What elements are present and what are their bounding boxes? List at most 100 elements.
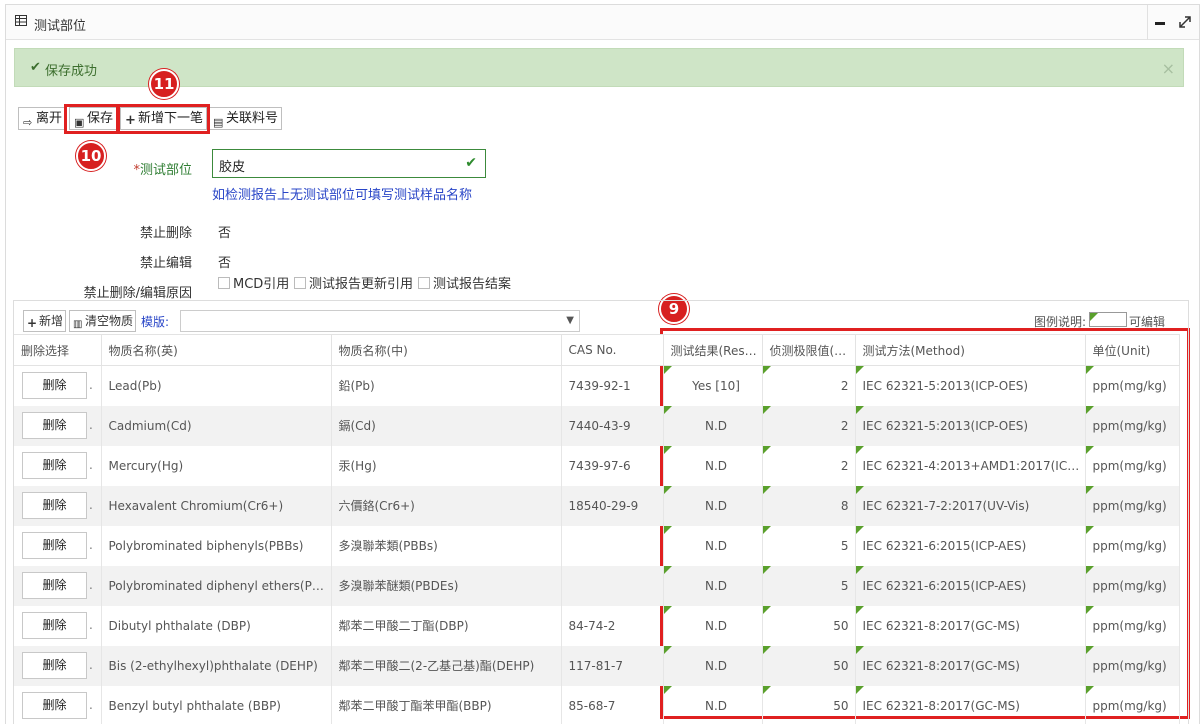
cell-name-en: Bis (2-ethylhexyl)phthalate (DEHP) [101,645,332,686]
template-select[interactable]: ▼ [180,310,580,332]
part-label: *测试部位 [100,159,192,178]
reason-checkbox-report-close[interactable]: 测试报告结案 [418,273,511,292]
cell-unit[interactable]: ppm(mg/kg) [1085,605,1180,646]
cell-limit[interactable]: 2 [762,445,856,486]
clear-substances-button[interactable]: ▥ 清空物质 [69,310,137,332]
checkbox-box[interactable] [218,277,230,289]
cell-cas [561,525,664,566]
col-unit[interactable]: 单位(Unit) [1085,334,1180,366]
delete-row-button[interactable]: 删除 [22,532,87,559]
cell-result[interactable]: N.D [663,525,763,566]
expand-icon[interactable] [1176,13,1194,31]
cell-method[interactable]: IEC 62321-7-2:2017(UV-Vis) [855,485,1086,526]
checkbox-box[interactable] [418,277,430,289]
cell-method[interactable]: IEC 62321-8:2017(GC-MS) [855,605,1086,646]
col-method[interactable]: 测试方法(Method) [855,334,1086,366]
no-delete-label: 禁止删除 [139,226,192,241]
reason-checkbox-mcd[interactable]: MCD引用 [218,273,289,292]
cell-cas: 7439-92-1 [561,365,664,406]
cell-unit[interactable]: ppm(mg/kg) [1085,485,1180,526]
reason-label: 禁止删除/编辑原因 [83,286,192,301]
col-delete-select[interactable]: 删除选择 [14,334,102,366]
checkbox-box[interactable] [294,277,306,289]
cell-result[interactable]: N.D [663,405,763,446]
table-row: 删除. Polybrominated diphenyl ethers(PBDEs)… [14,565,1180,606]
delete-row-button[interactable]: 删除 [22,652,87,679]
cell-delete: 删除. [14,365,102,406]
cell-unit[interactable]: ppm(mg/kg) [1085,645,1180,686]
row-selector[interactable]: . [89,498,93,512]
cell-result[interactable]: N.D [663,605,763,646]
cell-result[interactable]: N.D [663,645,763,686]
cell-result[interactable]: N.D [663,445,763,486]
col-result[interactable]: 测试结果(Res… [663,334,763,366]
delete-row-button[interactable]: 删除 [22,492,87,519]
add-row-button[interactable]: + 新增 [23,310,67,332]
part-input[interactable]: 胶皮 ✔ [212,149,486,178]
cell-cas [561,565,664,606]
cell-cas: 7439-97-6 [561,445,664,486]
cell-method[interactable]: IEC 62321-5:2013(ICP-OES) [855,365,1086,406]
cell-delete: 删除. [14,605,102,646]
cell-limit[interactable]: 50 [762,685,856,724]
row-selector[interactable]: . [89,618,93,632]
col-name-cn[interactable]: 物质名称(中) [331,334,562,366]
editable-legend-swatch [1089,312,1127,327]
delete-row-button[interactable]: 删除 [22,372,87,400]
plus-icon: + [27,316,38,330]
cell-method[interactable]: IEC 62321-4:2013+AMD1:2017(ICP-… [855,445,1086,486]
delete-row-button[interactable]: 删除 [22,412,87,439]
cell-method[interactable]: IEC 62321-8:2017(GC-MS) [855,685,1086,724]
cell-method[interactable]: IEC 62321-6:2015(ICP-AES) [855,525,1086,566]
cell-limit[interactable]: 50 [762,605,856,646]
cell-result[interactable]: N.D [663,565,763,606]
cell-unit[interactable]: ppm(mg/kg) [1085,565,1180,606]
cell-unit[interactable]: ppm(mg/kg) [1085,685,1180,724]
minimize-icon[interactable] [1152,13,1170,31]
row-selector[interactable]: . [89,418,93,432]
cell-method[interactable]: IEC 62321-5:2013(ICP-OES) [855,405,1086,446]
cell-limit[interactable]: 2 [762,365,856,406]
grid-toolbar: + 新增 ▥ 清空物质 模版: ▼ 图例说明: 可编辑 [14,301,1188,334]
row-selector[interactable]: . [89,698,93,712]
row-selector[interactable]: . [89,378,93,392]
reason-checkbox-report-update[interactable]: 测试报告更新引用 [294,273,413,292]
cell-unit[interactable]: ppm(mg/kg) [1085,405,1180,446]
leave-button[interactable]: ⇨ 离开 [18,107,67,130]
part-label-text: 测试部位 [139,163,192,178]
delete-row-button[interactable]: 删除 [22,612,87,639]
cell-result[interactable]: N.D [663,485,763,526]
col-name-en[interactable]: 物质名称(英) [101,334,332,366]
cell-unit[interactable]: ppm(mg/kg) [1085,365,1180,406]
row-selector[interactable]: . [89,538,93,552]
col-limit[interactable]: 侦测极限值(… [762,334,856,366]
cell-name-en: Lead(Pb) [101,365,332,406]
link-material-button[interactable]: ▤ 关联料号 [208,107,283,130]
panel-title: 测试部位 [34,19,87,34]
row-selector[interactable]: . [89,458,93,472]
row-selector[interactable]: . [89,578,93,592]
cell-result[interactable]: Yes [10] [663,365,763,406]
close-icon[interactable]: × [1162,59,1175,78]
row-selector[interactable]: . [89,658,93,672]
cell-method[interactable]: IEC 62321-8:2017(GC-MS) [855,645,1086,686]
cell-cas: 84-74-2 [561,605,664,646]
cell-result[interactable]: N.D [663,685,763,724]
table-row: 删除. Mercury(Hg) 汞(Hg) 7439-97-6 N.D 2 IEC 6232… [14,445,1180,486]
cell-limit[interactable]: 2 [762,405,856,446]
cell-method[interactable]: IEC 62321-6:2015(ICP-AES) [855,565,1086,606]
col-cas[interactable]: CAS No. [561,334,664,366]
alert-message: 保存成功 [45,64,98,79]
delete-row-button[interactable]: 删除 [22,452,87,479]
cell-limit[interactable]: 5 [762,525,856,566]
part-input-value: 胶皮 [219,160,246,175]
table-row: 删除. Benzyl butyl phthalate (BBP) 鄰苯二甲酸丁酯苯甲… [14,685,1180,724]
cell-limit[interactable]: 50 [762,645,856,686]
cell-unit[interactable]: ppm(mg/kg) [1085,525,1180,566]
cell-limit[interactable]: 8 [762,485,856,526]
delete-row-button[interactable]: 删除 [22,692,87,719]
cell-limit[interactable]: 5 [762,565,856,606]
cell-unit[interactable]: ppm(mg/kg) [1085,445,1180,486]
delete-row-button[interactable]: 删除 [22,572,87,599]
template-label: 模版: [141,315,170,329]
